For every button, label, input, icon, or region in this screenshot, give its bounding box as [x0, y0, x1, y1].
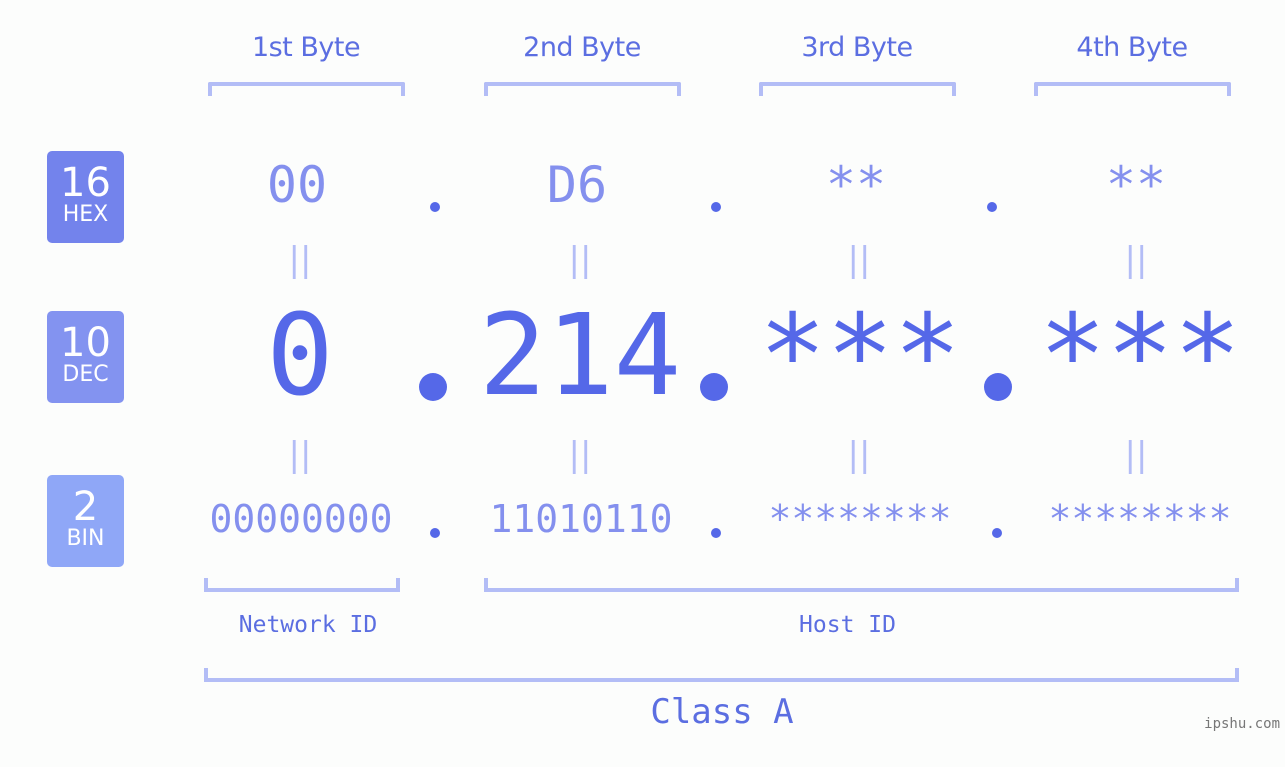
bin-badge: 2 BIN [47, 475, 124, 567]
hex-badge-number: 16 [60, 160, 111, 206]
dec-badge-label: DEC [62, 362, 109, 387]
bin-byte-2: 11010110 [489, 497, 673, 541]
hex-dot-1 [430, 202, 440, 212]
bin-byte-3: ******** [768, 497, 952, 541]
equals-hex-dec-3: || [847, 240, 871, 280]
dec-badge-number: 10 [60, 320, 111, 366]
class-label: Class A [650, 692, 794, 732]
dec-byte-3: *** [758, 291, 962, 421]
byte-bracket-1 [208, 82, 405, 96]
host-id-label: Host ID [799, 612, 896, 638]
dec-dot-2 [700, 373, 728, 401]
bin-badge-label: BIN [66, 526, 105, 551]
hex-dot-3 [987, 202, 997, 212]
bin-dot-3 [992, 528, 1002, 538]
byte-header-3: 3rd Byte [801, 32, 913, 63]
dec-dot-3 [984, 373, 1012, 401]
hex-byte-4: ** [1105, 156, 1167, 214]
hex-byte-3: ** [825, 156, 887, 214]
class-bracket [204, 668, 1239, 682]
hex-badge-label: HEX [62, 202, 109, 227]
hex-dot-2 [711, 202, 721, 212]
watermark: ipshu.com [1204, 716, 1280, 732]
byte-bracket-4 [1034, 82, 1231, 96]
network-id-label: Network ID [238, 612, 378, 638]
byte-bracket-3 [759, 82, 956, 96]
bin-byte-4: ******** [1048, 497, 1232, 541]
equals-hex-dec-1: || [288, 240, 312, 280]
equals-dec-bin-4: || [1124, 435, 1148, 475]
equals-hex-dec-4: || [1124, 240, 1148, 280]
bin-dot-2 [711, 528, 721, 538]
equals-dec-bin-2: || [568, 435, 592, 475]
bin-badge-number: 2 [72, 484, 99, 530]
dec-byte-1: 0 [266, 291, 334, 421]
bin-byte-1: 00000000 [209, 497, 393, 541]
dec-badge: 10 DEC [47, 311, 124, 403]
byte-header-4: 4th Byte [1076, 32, 1188, 63]
byte-header-2: 2nd Byte [523, 32, 641, 63]
equals-dec-bin-1: || [288, 435, 312, 475]
hex-badge: 16 HEX [47, 151, 124, 243]
byte-header-1: 1st Byte [251, 32, 361, 63]
host-id-bracket [484, 578, 1239, 592]
dec-byte-2: 214 [478, 291, 682, 421]
bin-dot-1 [430, 528, 440, 538]
equals-dec-bin-3: || [847, 435, 871, 475]
dec-byte-4: *** [1038, 291, 1242, 421]
hex-byte-1: 00 [266, 156, 328, 214]
byte-bracket-2 [484, 82, 681, 96]
hex-byte-2: D6 [546, 156, 608, 214]
equals-hex-dec-2: || [568, 240, 592, 280]
dec-dot-1 [419, 373, 447, 401]
network-id-bracket [204, 578, 400, 592]
